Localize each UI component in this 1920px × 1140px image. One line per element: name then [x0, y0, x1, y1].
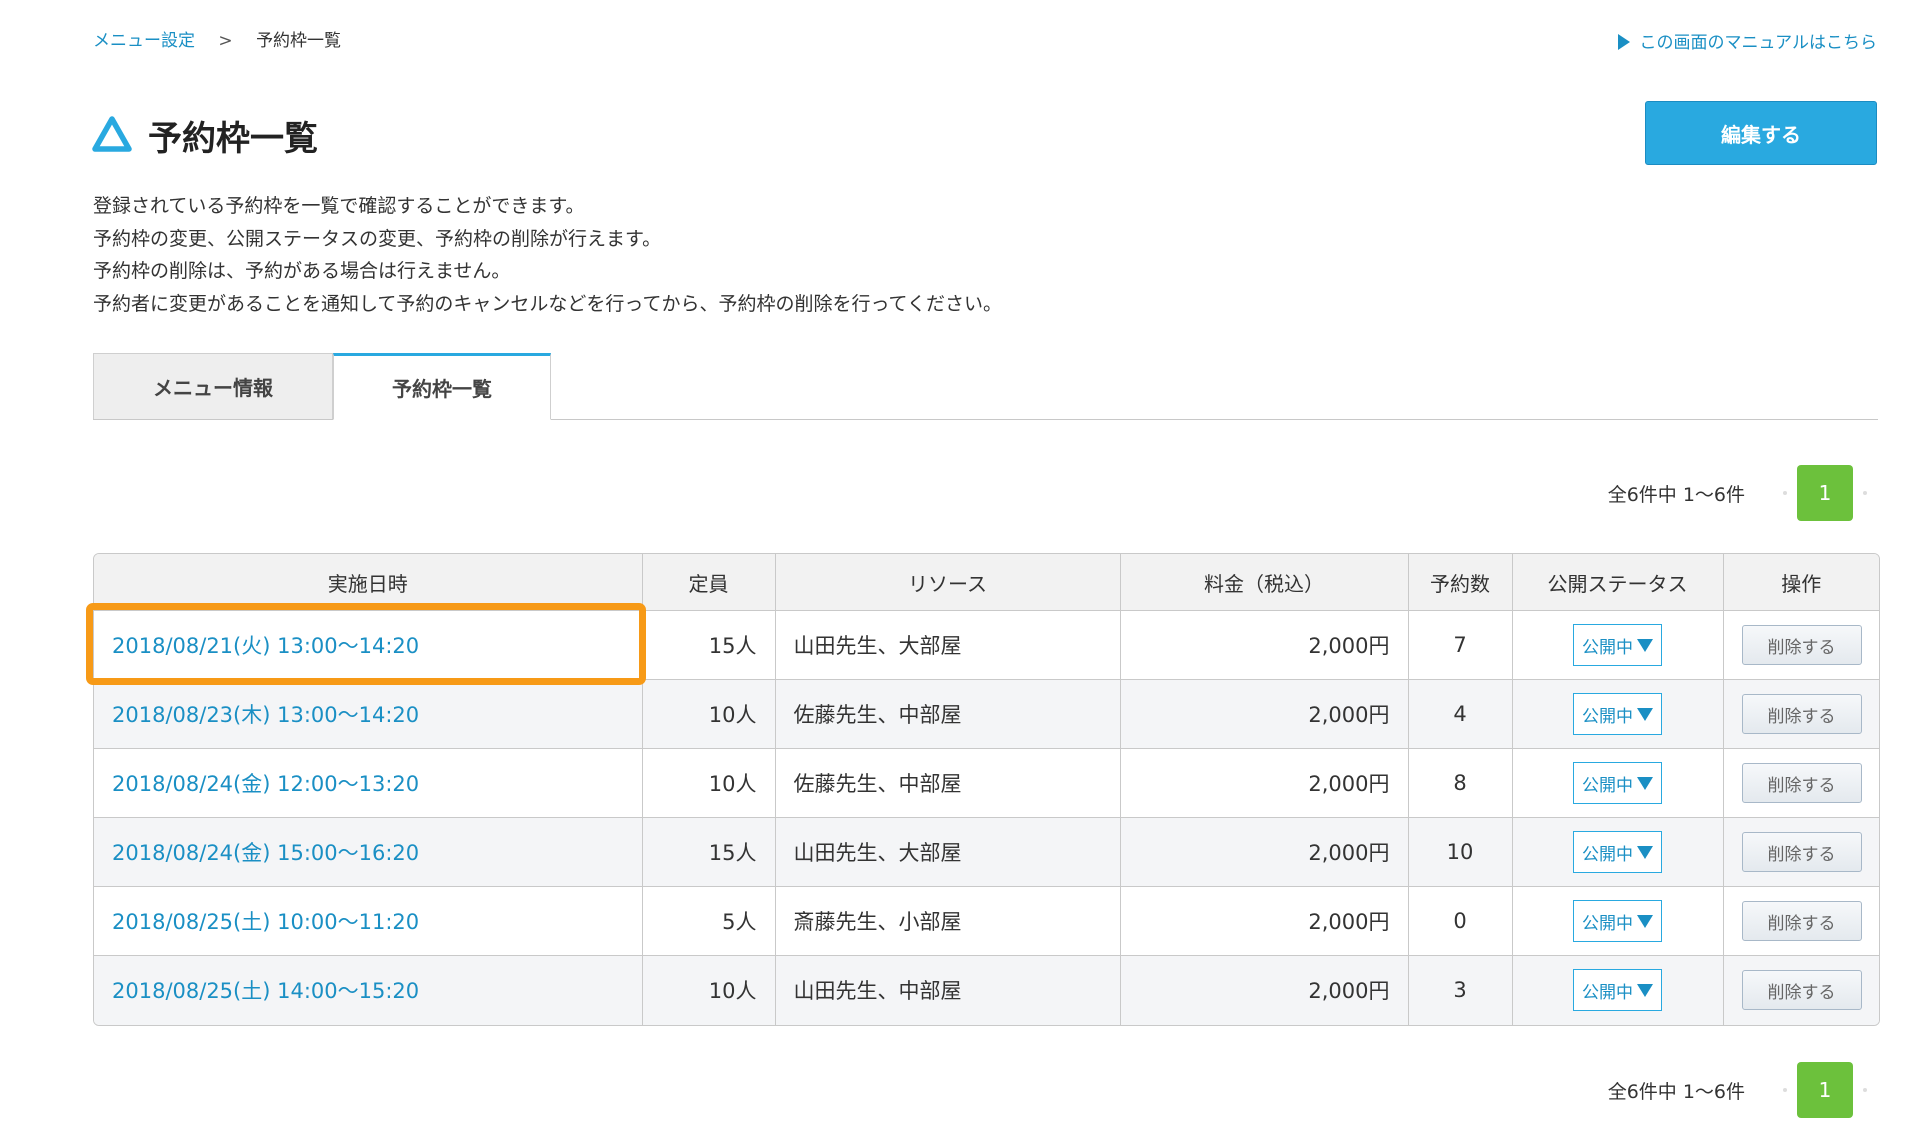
table-row: 2018/08/25(土) 14:00〜15:20 10人 山田先生、中部屋 2… [94, 955, 1879, 1025]
status-dropdown-label: 公開中 [1582, 844, 1633, 865]
result-count: 全6件中 1〜6件 [1607, 483, 1745, 506]
capacity-cell: 15人 [641, 610, 775, 680]
description-line: 予約枠の変更、公開ステータスの変更、予約枠の削除が行えます。 [93, 227, 662, 250]
status-dropdown-label: 公開中 [1582, 637, 1633, 658]
delete-button[interactable]: 削除する [1741, 625, 1862, 665]
table-row: 2018/08/21(火) 13:00〜14:20 15人 山田先生、大部屋 2… [94, 610, 1879, 680]
caret-down-icon [1637, 776, 1653, 790]
table-header-row: 実施日時 定員 リソース 料金（税込） 予約数 公開ステータス 操作 [94, 554, 1879, 611]
slot-datetime-link[interactable]: 2018/08/25(土) 10:00〜11:20 [112, 910, 419, 934]
slot-datetime-link[interactable]: 2018/08/21(火) 13:00〜14:20 [112, 634, 419, 658]
resource-cell: 斎藤先生、小部屋 [774, 886, 1120, 956]
pagination-bottom: 全6件中 1〜6件 1 [1608, 1062, 1877, 1118]
capacity-cell: 5人 [641, 886, 775, 956]
status-dropdown[interactable]: 公開中 [1573, 969, 1662, 1012]
column-header-datetime: 実施日時 [94, 554, 642, 611]
column-header-bookings: 予約数 [1407, 554, 1512, 611]
tab-menu-info[interactable]: メニュー情報 [93, 353, 333, 419]
status-dropdown-label: 公開中 [1582, 982, 1633, 1003]
bookings-cell: 0 [1407, 886, 1512, 956]
table-row: 2018/08/24(金) 15:00〜16:20 15人 山田先生、大部屋 2… [94, 817, 1879, 887]
status-dropdown[interactable]: 公開中 [1573, 693, 1662, 735]
price-cell: 2,000円 [1119, 748, 1408, 818]
resource-cell: 佐藤先生、中部屋 [774, 679, 1120, 749]
delete-button[interactable]: 削除する [1741, 970, 1862, 1011]
resource-cell: 山田先生、大部屋 [774, 610, 1120, 680]
delete-button[interactable]: 削除する [1741, 763, 1862, 803]
capacity-cell: 15人 [641, 817, 775, 887]
status-dropdown[interactable]: 公開中 [1573, 624, 1662, 666]
breadcrumb: メニュー設定 > 予約枠一覧 [93, 26, 341, 51]
manual-link[interactable]: この画面のマニュアルはこちら [1617, 28, 1878, 53]
price-cell: 2,000円 [1119, 955, 1408, 1025]
result-count: 全6件中 1〜6件 [1607, 1080, 1745, 1103]
delete-button[interactable]: 削除する [1741, 832, 1862, 872]
resource-cell: 山田先生、中部屋 [774, 955, 1120, 1025]
bookings-cell: 10 [1407, 817, 1512, 887]
bookings-cell: 8 [1407, 748, 1512, 818]
table-row: 2018/08/25(土) 10:00〜11:20 5人 斎藤先生、小部屋 2,… [94, 886, 1879, 956]
status-dropdown[interactable]: 公開中 [1573, 900, 1662, 942]
column-header-resource: リソース [774, 554, 1120, 611]
resource-cell: 山田先生、大部屋 [774, 817, 1120, 887]
table-row: 2018/08/24(金) 12:00〜13:20 10人 佐藤先生、中部屋 2… [94, 748, 1879, 818]
price-cell: 2,000円 [1119, 886, 1408, 956]
status-dropdown-label: 公開中 [1582, 775, 1633, 796]
page-title: 予約枠一覧 [148, 118, 318, 159]
column-header-status: 公開ステータス [1511, 554, 1723, 611]
play-triangle-icon [1617, 34, 1630, 50]
delete-button[interactable]: 削除する [1741, 901, 1862, 941]
status-dropdown[interactable]: 公開中 [1573, 762, 1662, 804]
pager-dot [1783, 491, 1787, 495]
pager-dot [1863, 491, 1867, 495]
slot-datetime-link[interactable]: 2018/08/24(金) 15:00〜16:20 [112, 841, 419, 865]
breadcrumb-separator: > [218, 31, 233, 51]
caret-down-icon [1637, 845, 1653, 859]
caret-down-icon [1637, 983, 1653, 997]
breadcrumb-current: 予約枠一覧 [256, 31, 342, 51]
slot-datetime-link[interactable]: 2018/08/23(木) 13:00〜14:20 [112, 703, 419, 727]
reservation-slot-table: 実施日時 定員 リソース 料金（税込） 予約数 公開ステータス 操作 2018/… [93, 553, 1880, 1026]
description-line: 予約者に変更があることを通知して予約のキャンセルなどを行ってから、予約枠の削除を… [93, 292, 1002, 315]
column-header-capacity: 定員 [641, 554, 775, 611]
price-cell: 2,000円 [1119, 817, 1408, 887]
description-line: 登録されている予約枠を一覧で確認することができます。 [93, 195, 585, 217]
capacity-cell: 10人 [641, 679, 775, 749]
breadcrumb-link-menu-settings[interactable]: メニュー設定 [93, 31, 195, 51]
capacity-cell: 10人 [641, 748, 775, 818]
bookings-cell: 4 [1407, 679, 1512, 749]
delete-button[interactable]: 削除する [1741, 694, 1862, 734]
page-description: 登録されている予約枠を一覧で確認することができます。 予約枠の変更、公開ステータ… [93, 190, 1002, 320]
status-dropdown-label: 公開中 [1582, 913, 1633, 934]
price-cell: 2,000円 [1119, 679, 1408, 749]
page-title-block: 予約枠一覧 [92, 112, 318, 159]
column-header-price: 料金（税込） [1119, 554, 1408, 611]
tab-reservation-slots[interactable]: 予約枠一覧 [333, 353, 551, 420]
slot-datetime-link[interactable]: 2018/08/25(土) 14:00〜15:20 [112, 979, 419, 1003]
description-line: 予約枠の削除は、予約がある場合は行えません。 [93, 260, 511, 282]
caret-down-icon [1637, 707, 1653, 721]
column-header-action: 操作 [1722, 554, 1879, 611]
tab-bar: メニュー情報 予約枠一覧 [93, 353, 1878, 420]
pager-dot [1863, 1088, 1867, 1092]
page-button-current[interactable]: 1 [1797, 1062, 1853, 1118]
capacity-cell: 10人 [641, 955, 775, 1025]
resource-cell: 佐藤先生、中部屋 [774, 748, 1120, 818]
status-dropdown-label: 公開中 [1582, 706, 1633, 727]
edit-button[interactable]: 編集する [1645, 101, 1877, 165]
caret-down-icon [1637, 638, 1653, 652]
caret-down-icon [1637, 914, 1653, 928]
price-cell: 2,000円 [1119, 610, 1408, 680]
triangle-logo-icon [92, 116, 132, 152]
pagination-top: 全6件中 1〜6件 1 [1608, 465, 1877, 521]
slot-datetime-link[interactable]: 2018/08/24(金) 12:00〜13:20 [112, 772, 419, 796]
page-button-current[interactable]: 1 [1797, 465, 1853, 521]
bookings-cell: 7 [1407, 610, 1512, 680]
pager-dot [1783, 1088, 1787, 1092]
table-row: 2018/08/23(木) 13:00〜14:20 10人 佐藤先生、中部屋 2… [94, 679, 1879, 749]
bookings-cell: 3 [1407, 955, 1512, 1025]
manual-link-label: この画面のマニュアルはこちら [1639, 33, 1878, 53]
status-dropdown[interactable]: 公開中 [1573, 831, 1662, 873]
